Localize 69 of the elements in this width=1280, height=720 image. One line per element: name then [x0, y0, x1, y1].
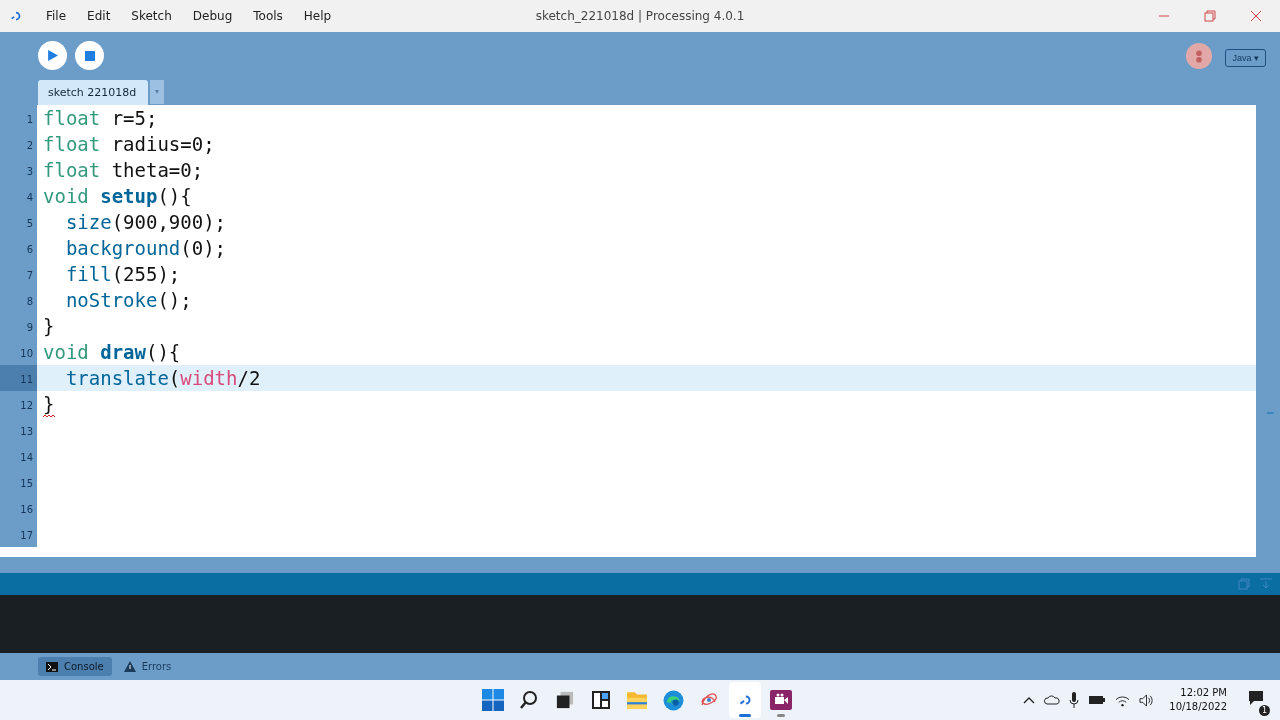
play-icon: [47, 50, 58, 62]
errors-tab[interactable]: Errors: [115, 657, 180, 676]
line-number: 2: [0, 131, 37, 157]
wifi-icon[interactable]: [1115, 693, 1131, 707]
line-number: 15: [0, 469, 37, 495]
code-line: void setup(){: [43, 185, 192, 207]
line-number: 3: [0, 157, 37, 183]
menu-item[interactable]: Tools: [242, 9, 293, 23]
notification-count: 1: [1259, 705, 1270, 716]
code-line: float radius=0;: [43, 133, 215, 155]
warning-icon: [123, 661, 136, 672]
restore-icon[interactable]: [1204, 10, 1216, 22]
code-line: }: [43, 315, 55, 337]
code-line: noStroke();: [64, 289, 192, 311]
code-editor[interactable]: 1 float r=5; 2 float radius=0; 3 float theta=0; 4 void setup(){ 5 size(900,900); 6 background(0); 7 fill(255); 8 noStroke(); 9 } 10 void draw(){ 11 translate(width/2 12 } 13 14 15 16 17: [0, 105, 1256, 557]
menu-item[interactable]: Edit: [76, 9, 121, 23]
clock-date[interactable]: 10/18/2022: [1169, 700, 1227, 714]
code-line: }: [43, 393, 55, 415]
line-number: 5: [0, 209, 37, 235]
widgets-icon[interactable]: [591, 690, 611, 710]
app-logo-icon: [9, 9, 23, 23]
menu-item[interactable]: Sketch: [120, 9, 182, 23]
menu-item[interactable]: Help: [292, 9, 342, 23]
menu-item[interactable]: File: [35, 9, 77, 23]
folder-icon[interactable]: [626, 690, 648, 710]
stop-icon: [84, 50, 95, 61]
console-tab[interactable]: Console: [38, 657, 112, 676]
sketch-tab[interactable]: sketch 221018d: [38, 80, 149, 105]
code-line: void draw(){: [43, 341, 181, 363]
running-indicator: [739, 714, 751, 717]
line-number: 17: [0, 521, 37, 547]
code-line: float theta=0;: [43, 159, 204, 181]
notification-icon[interactable]: [1248, 690, 1264, 706]
stop-button[interactable]: [75, 41, 104, 71]
run-button[interactable]: [38, 41, 67, 71]
line-number: 14: [0, 443, 37, 469]
line-number: 12: [0, 391, 37, 417]
code-line: translate(width/2: [64, 367, 261, 389]
menu-item[interactable]: Debug: [181, 9, 243, 23]
code-line: float r=5;: [43, 107, 158, 129]
speaker-icon[interactable]: [1139, 693, 1155, 707]
code-line: background(0);: [64, 237, 227, 259]
video-camera-icon[interactable]: [770, 690, 792, 710]
start-icon[interactable]: [482, 689, 504, 711]
chevron-up-icon[interactable]: [1023, 696, 1036, 704]
mode-button[interactable]: Java ▾: [1225, 48, 1266, 67]
line-number: 16: [0, 495, 37, 521]
running-indicator: [777, 714, 785, 717]
search-icon[interactable]: [519, 690, 539, 710]
window-title: sketch_221018d | Processing 4.0.1: [535, 9, 745, 23]
browser-icon[interactable]: [662, 689, 684, 711]
line-number: 7: [0, 261, 37, 287]
line-number: 1: [0, 105, 37, 131]
line-number: 9: [0, 313, 37, 339]
code-line: fill(255);: [64, 263, 181, 285]
terminal-icon: [46, 661, 58, 672]
line-number: 13: [0, 417, 37, 443]
close-icon[interactable]: [1250, 10, 1262, 22]
line-number: 6: [0, 235, 37, 261]
task-view-icon[interactable]: [556, 691, 574, 709]
line-number: 4: [0, 183, 37, 209]
line-number: 10: [0, 339, 37, 365]
line-number: 8: [0, 287, 37, 313]
battery-icon[interactable]: [1088, 695, 1107, 705]
line-number: 11: [0, 365, 37, 391]
microphone-icon[interactable]: [1069, 692, 1080, 708]
code-line: size(900,900);: [64, 211, 227, 233]
cloud-icon[interactable]: [1044, 695, 1061, 705]
clock-time[interactable]: 12:02 PM: [1180, 686, 1227, 700]
